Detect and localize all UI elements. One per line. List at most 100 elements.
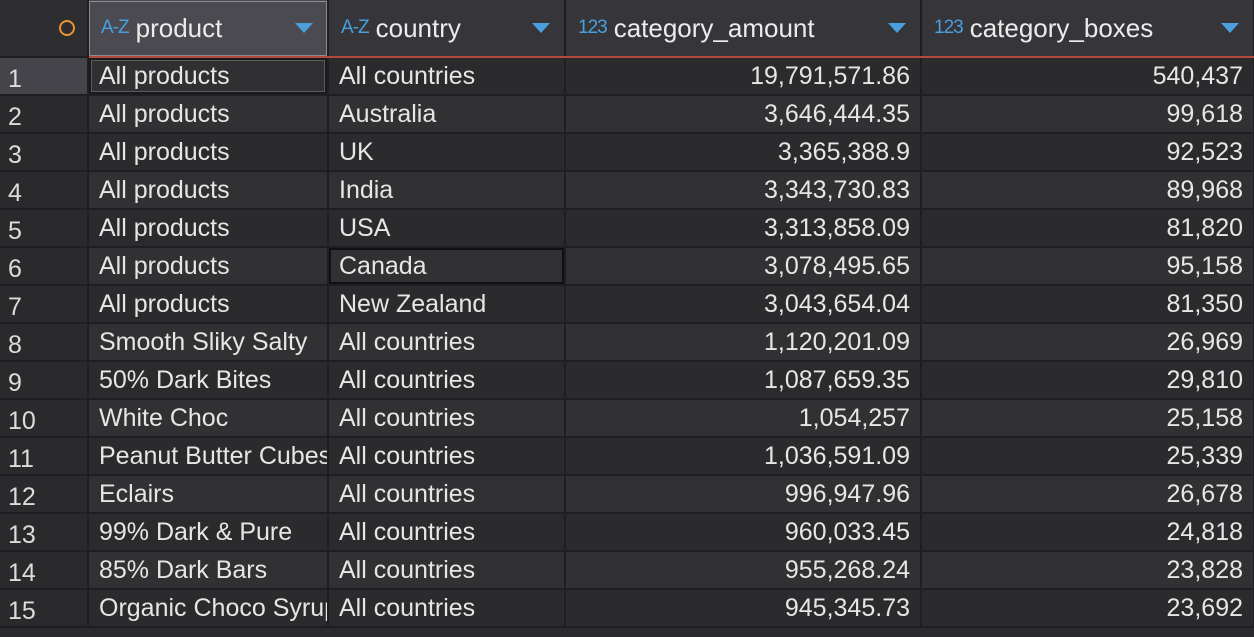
cell-category-amount[interactable]: 1,036,591.09 bbox=[565, 437, 922, 476]
cell-country[interactable]: All countries bbox=[328, 361, 566, 400]
row-number[interactable]: 9 bbox=[0, 361, 89, 400]
row-number[interactable]: 10 bbox=[0, 399, 89, 438]
cell-product[interactable]: All products bbox=[88, 171, 329, 210]
cell-country[interactable]: All countries bbox=[328, 323, 566, 362]
table-row[interactable]: 8 Smooth Sliky Salty All countries 1,120,20… bbox=[0, 323, 1254, 362]
table-row[interactable]: 10 White Choc All countries 1,054,257 25,158 bbox=[0, 399, 1254, 438]
chevron-down-icon[interactable] bbox=[295, 23, 313, 33]
cell-category-boxes[interactable]: 23,692 bbox=[921, 589, 1254, 628]
cell-product[interactable]: All products bbox=[88, 285, 329, 324]
row-number[interactable]: 15 bbox=[0, 589, 89, 628]
cell-category-amount[interactable]: 19,791,571.86 bbox=[565, 57, 922, 96]
cell-product[interactable]: 50% Dark Bites bbox=[88, 361, 329, 400]
cell-category-boxes[interactable]: 81,820 bbox=[921, 209, 1254, 248]
cell-category-amount[interactable]: 960,033.45 bbox=[565, 513, 922, 552]
cell-product[interactable]: All products bbox=[88, 95, 329, 134]
row-number[interactable]: 13 bbox=[0, 513, 89, 552]
row-number[interactable]: 12 bbox=[0, 475, 89, 514]
cell-category-amount[interactable]: 3,646,444.35 bbox=[565, 95, 922, 134]
table-row[interactable]: 3 All products UK 3,365,388.9 92,523 bbox=[0, 133, 1254, 172]
cell-category-amount[interactable]: 955,268.24 bbox=[565, 551, 922, 590]
cell-country[interactable]: UK bbox=[328, 133, 566, 172]
cell-product[interactable]: 99% Dark & Pure bbox=[88, 513, 329, 552]
row-number[interactable]: 8 bbox=[0, 323, 89, 362]
cell-product[interactable]: White Choc bbox=[88, 399, 329, 438]
cell-country[interactable]: All countries bbox=[328, 513, 566, 552]
cell-category-boxes[interactable]: 95,158 bbox=[921, 247, 1254, 286]
cell-category-amount[interactable]: 996,947.96 bbox=[565, 475, 922, 514]
cell-country[interactable]: All countries bbox=[328, 551, 566, 590]
cell-category-amount[interactable]: 3,078,495.65 bbox=[565, 247, 922, 286]
cell-category-boxes[interactable]: 24,818 bbox=[921, 513, 1254, 552]
cell-country[interactable]: All countries bbox=[328, 437, 566, 476]
cell-category-boxes[interactable]: 92,523 bbox=[921, 133, 1254, 172]
cell-category-boxes[interactable]: 26,969 bbox=[921, 323, 1254, 362]
cell-country[interactable]: All countries bbox=[328, 475, 566, 514]
cell-product[interactable]: Peanut Butter Cubes bbox=[88, 437, 329, 476]
cell-category-amount[interactable]: 1,120,201.09 bbox=[565, 323, 922, 362]
table-row[interactable]: 11 Peanut Butter Cubes All countries 1,036,… bbox=[0, 437, 1254, 476]
table-row[interactable]: 12 Eclairs All countries 996,947.96 26,678 bbox=[0, 475, 1254, 514]
row-number[interactable]: 11 bbox=[0, 437, 89, 476]
table-row[interactable]: 13 99% Dark & Pure All countries 960,033.45… bbox=[0, 513, 1254, 552]
cell-product[interactable]: All products bbox=[88, 133, 329, 172]
select-all-corner[interactable] bbox=[0, 0, 89, 58]
cell-country[interactable]: Australia bbox=[328, 95, 566, 134]
table-row[interactable]: 4 All products India 3,343,730.83 89,968 bbox=[0, 171, 1254, 210]
row-number[interactable]: 2 bbox=[0, 95, 89, 134]
row-number[interactable]: 14 bbox=[0, 551, 89, 590]
table-row[interactable]: 2 All products Australia 3,646,444.35 99,618 bbox=[0, 95, 1254, 134]
chevron-down-icon[interactable] bbox=[532, 23, 550, 33]
chevron-down-icon[interactable] bbox=[1221, 23, 1239, 33]
cell-category-boxes[interactable]: 23,828 bbox=[921, 551, 1254, 590]
number-type-icon: 123 bbox=[934, 17, 964, 38]
row-number[interactable]: 3 bbox=[0, 133, 89, 172]
cell-country[interactable]: New Zealand bbox=[328, 285, 566, 324]
cell-product[interactable]: All products bbox=[88, 247, 329, 286]
cell-country[interactable]: All countries bbox=[328, 589, 566, 628]
column-header-product[interactable]: A-Z product bbox=[88, 0, 329, 58]
column-header-category-amount[interactable]: 123 category_amount bbox=[565, 0, 922, 58]
cell-category-amount[interactable]: 3,043,654.04 bbox=[565, 285, 922, 324]
cell-product[interactable]: All products bbox=[88, 57, 329, 96]
cell-product[interactable]: Smooth Sliky Salty bbox=[88, 323, 329, 362]
cell-category-amount[interactable]: 3,365,388.9 bbox=[565, 133, 922, 172]
cell-category-boxes[interactable]: 29,810 bbox=[921, 361, 1254, 400]
cell-country[interactable]: India bbox=[328, 171, 566, 210]
table-row[interactable]: 15 Organic Choco Syrup All countries 945,34… bbox=[0, 589, 1254, 628]
cell-country[interactable]: USA bbox=[328, 209, 566, 248]
row-number[interactable]: 6 bbox=[0, 247, 89, 286]
cell-category-amount[interactable]: 3,313,858.09 bbox=[565, 209, 922, 248]
column-header-country[interactable]: A-Z country bbox=[328, 0, 566, 58]
cell-product[interactable]: Eclairs bbox=[88, 475, 329, 514]
cell-country[interactable]: Canada bbox=[328, 247, 566, 286]
cell-country[interactable]: All countries bbox=[328, 57, 566, 96]
cell-product[interactable]: Organic Choco Syrup bbox=[88, 589, 329, 628]
table-row[interactable]: 9 50% Dark Bites All countries 1,087,659.35… bbox=[0, 361, 1254, 400]
cell-category-boxes[interactable]: 26,678 bbox=[921, 475, 1254, 514]
cell-product[interactable]: 85% Dark Bars bbox=[88, 551, 329, 590]
cell-category-boxes[interactable]: 25,158 bbox=[921, 399, 1254, 438]
table-row[interactable]: 5 All products USA 3,313,858.09 81,820 bbox=[0, 209, 1254, 248]
cell-category-amount[interactable]: 1,054,257 bbox=[565, 399, 922, 438]
cell-category-amount[interactable]: 1,087,659.35 bbox=[565, 361, 922, 400]
cell-category-amount[interactable]: 3,343,730.83 bbox=[565, 171, 922, 210]
row-number[interactable]: 5 bbox=[0, 209, 89, 248]
table-row[interactable]: 14 85% Dark Bars All countries 955,268.24 23… bbox=[0, 551, 1254, 590]
column-header-category-boxes[interactable]: 123 category_boxes bbox=[921, 0, 1254, 58]
cell-category-boxes[interactable]: 99,618 bbox=[921, 95, 1254, 134]
cell-category-boxes[interactable]: 81,350 bbox=[921, 285, 1254, 324]
cell-category-boxes[interactable]: 540,437 bbox=[921, 57, 1254, 96]
cell-country[interactable]: All countries bbox=[328, 399, 566, 438]
table-row[interactable]: 1 All products All countries 19,791,571.86 5… bbox=[0, 57, 1254, 96]
cell-category-amount[interactable]: 945,345.73 bbox=[565, 589, 922, 628]
cell-product[interactable]: All products bbox=[88, 209, 329, 248]
chevron-down-icon[interactable] bbox=[888, 23, 906, 33]
table-row[interactable]: 7 All products New Zealand 3,043,654.04 81,3… bbox=[0, 285, 1254, 324]
row-number[interactable]: 1 bbox=[0, 57, 89, 96]
cell-category-boxes[interactable]: 25,339 bbox=[921, 437, 1254, 476]
cell-category-boxes[interactable]: 89,968 bbox=[921, 171, 1254, 210]
table-row[interactable]: 6 All products Canada 3,078,495.65 95,158 bbox=[0, 247, 1254, 286]
row-number[interactable]: 4 bbox=[0, 171, 89, 210]
row-number[interactable]: 7 bbox=[0, 285, 89, 324]
